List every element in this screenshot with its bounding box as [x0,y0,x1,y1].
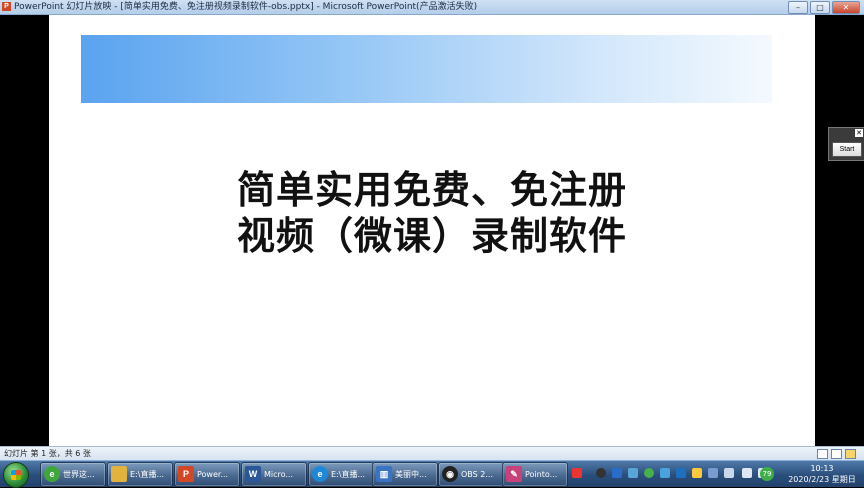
security-icon[interactable] [692,468,702,478]
taskbar-item-folder[interactable]: E:\直播... [107,462,173,487]
slideshow-view-icon[interactable] [845,449,856,459]
chart-app-icon: ▥ [376,466,392,482]
taskbar-item-word[interactable]: W Micro... [241,462,307,487]
windows-start-button[interactable] [3,462,29,488]
display-icon[interactable] [676,468,686,478]
slide-title-line-2: 视频（微课）录制软件 [236,213,627,258]
window-titlebar: P PowerPoint 幻灯片放映 - [简单实用免费、免注册视频录制软件-o… [0,0,864,15]
slide-canvas[interactable]: 简单实用免费、免注册 视频（微课）录制软件 [49,15,815,446]
taskbar-item-chart-app[interactable]: ▥ 美丽中... [372,462,438,487]
taskbar-item-browser[interactable]: e 世界这... [40,462,106,487]
taskbar-item-powerpoint[interactable]: P Power... [174,462,240,487]
normal-view-icon[interactable] [817,449,828,459]
start-button[interactable]: Start [832,142,862,157]
word-icon: W [245,466,261,482]
browser-icon: e [44,466,60,482]
system-clock[interactable]: 10:13 2020/2/23 星期日 [786,463,858,485]
slide-counter: 幻灯片 第 1 张，共 6 张 [4,449,91,458]
window-controls: – □ ✕ [788,1,860,14]
powerpoint-app-icon[interactable]: P [2,2,11,11]
minimize-button[interactable]: – [788,1,808,14]
slide-sorter-view-icon[interactable] [831,449,842,459]
restore-button[interactable]: □ [810,1,830,14]
status-bar: 幻灯片 第 1 张，共 6 张 [0,446,864,460]
window-title: PowerPoint 幻灯片放映 - [简单实用免费、免注册视频录制软件-obs… [14,2,478,12]
slide-title: 简单实用免费、免注册 视频（微课）录制软件 [49,167,815,259]
obs-icon: ◉ [442,466,458,482]
qq-icon[interactable] [660,468,670,478]
network-app-icon[interactable] [628,468,638,478]
taskbar-item-obs[interactable]: ◉ OBS 2... [438,462,504,487]
usb-icon[interactable] [724,468,734,478]
close-button[interactable]: ✕ [832,1,860,14]
clock-date: 2020/2/23 星期日 [788,475,856,484]
folder-icon [111,466,127,482]
taskbar-item-ie[interactable]: e E:\直播... [308,462,374,487]
volume-icon[interactable] [742,468,752,478]
view-buttons [817,449,856,459]
pointofix-icon: ✎ [506,466,522,482]
slide-header-band [81,35,772,103]
powerpoint-icon: P [178,466,194,482]
wechat-icon[interactable] [644,468,654,478]
bluetooth-icon[interactable] [612,468,622,478]
taskbar-item-pointofix[interactable]: ✎ Pointo... [502,462,568,487]
notification-badge[interactable]: 79 [760,467,774,481]
sogou-icon[interactable] [572,468,582,478]
windows-logo-icon [11,470,21,480]
ie-icon: e [312,466,328,482]
shield-icon[interactable] [596,468,606,478]
taskbar: e 世界这... E:\直播... P Power... W Micro... … [0,460,864,488]
slide-title-line-1: 简单实用免费、免注册 [236,167,627,212]
widget-close-icon[interactable]: ✕ [855,129,863,137]
clock-time: 10:13 [810,464,834,473]
pointofix-start-widget: ✕ Start [828,127,864,161]
app-tray-icon[interactable] [708,468,718,478]
system-tray: 79 10:13 2020/2/23 星期日 [568,462,864,486]
